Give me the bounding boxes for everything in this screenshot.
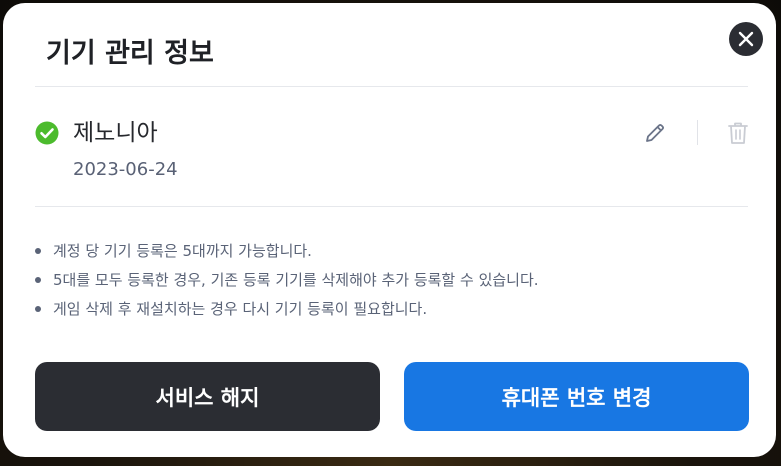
device-management-modal: 기기 관리 정보 제노니아 2023-06-24 계정 당 기기 등록은 5대까… (3, 3, 776, 457)
cancel-service-button[interactable]: 서비스 해지 (35, 362, 380, 431)
check-circle-icon (35, 121, 59, 145)
device-registered-date: 2023-06-24 (73, 159, 178, 180)
notice-item: 5대를 모두 등록한 경우, 기존 등록 기기를 삭제해야 추가 등록할 수 있… (35, 268, 539, 297)
change-phone-button[interactable]: 휴대폰 번호 변경 (404, 362, 749, 431)
close-icon (738, 31, 754, 47)
header-divider (35, 86, 748, 87)
delete-device-button[interactable] (724, 119, 752, 147)
notice-item: 게임 삭제 후 재설치하는 경우 다시 기기 등록이 필요합니다. (35, 297, 539, 326)
trash-icon (728, 122, 748, 144)
edit-device-button[interactable] (641, 119, 669, 147)
notice-text: 게임 삭제 후 재설치하는 경우 다시 기기 등록이 필요합니다. (53, 300, 428, 318)
bullet (35, 277, 41, 283)
bullet (35, 248, 41, 254)
notice-item: 계정 당 기기 등록은 5대까지 가능합니다. (35, 239, 539, 268)
notice-text: 계정 당 기기 등록은 5대까지 가능합니다. (53, 242, 312, 260)
notice-list: 계정 당 기기 등록은 5대까지 가능합니다. 5대를 모두 등록한 경우, 기… (35, 239, 539, 326)
notice-text: 5대를 모두 등록한 경우, 기존 등록 기기를 삭제해야 추가 등록할 수 있… (53, 271, 539, 289)
device-divider (35, 206, 748, 207)
bullet (35, 306, 41, 312)
device-name: 제노니아 (73, 120, 158, 146)
close-button[interactable] (729, 22, 763, 56)
pencil-icon (646, 124, 664, 142)
action-separator (697, 120, 698, 145)
modal-title: 기기 관리 정보 (46, 38, 214, 69)
